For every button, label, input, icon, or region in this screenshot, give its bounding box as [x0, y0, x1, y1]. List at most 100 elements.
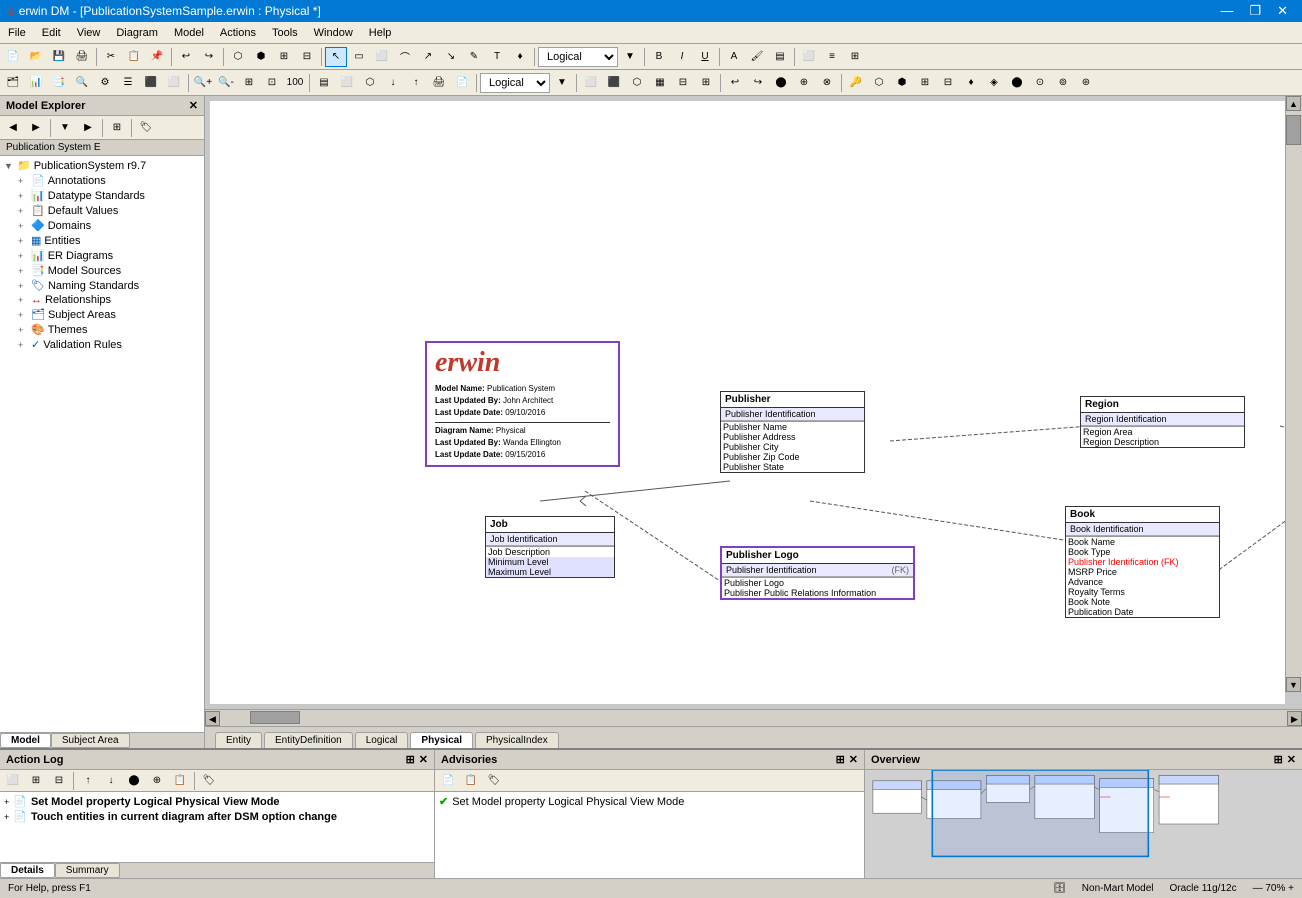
font-btn1[interactable]: B: [648, 47, 670, 67]
menu-actions[interactable]: Actions: [212, 25, 264, 41]
tree-validation-rules[interactable]: + ✓ Validation Rules: [16, 337, 202, 352]
al-btn1[interactable]: ⬜: [2, 771, 24, 791]
tab-physical-index[interactable]: PhysicalIndex: [475, 732, 559, 748]
tab-logical[interactable]: Logical: [355, 732, 409, 748]
al-btn2[interactable]: ⊞: [25, 771, 47, 791]
job-entity[interactable]: Job Job Identification Job Description M…: [485, 516, 615, 578]
zoom-100-btn[interactable]: 100: [284, 73, 306, 93]
scroll-left-btn[interactable]: ◀: [205, 711, 220, 726]
page-btn1[interactable]: ▤: [313, 73, 335, 93]
color-btn1[interactable]: A: [723, 47, 745, 67]
tb2-extra13[interactable]: ⬡: [868, 73, 890, 93]
toolbar-btn1[interactable]: ⬡: [227, 47, 249, 67]
menu-window[interactable]: Window: [306, 25, 361, 41]
zoom-out-btn[interactable]: 🔍-: [215, 73, 237, 93]
align-btn2[interactable]: ≡: [821, 47, 843, 67]
toolbar-btn4[interactable]: ⊟: [296, 47, 318, 67]
al-btn6[interactable]: ⬤: [123, 771, 145, 791]
tree-relationships[interactable]: + ↔ Relationships: [16, 293, 202, 307]
page-btn2[interactable]: ⬜: [336, 73, 358, 93]
tb2-extra15[interactable]: ⊞: [914, 73, 936, 93]
al-btn5[interactable]: ↓: [100, 771, 122, 791]
tree-model-sources[interactable]: + 📑 Model Sources: [16, 263, 202, 278]
draw-btn4[interactable]: ↗: [417, 47, 439, 67]
publisher-logo-entity[interactable]: Publisher Logo Publisher Identification …: [720, 546, 915, 600]
tb2-btn5[interactable]: ⚙: [94, 73, 116, 93]
print-btn[interactable]: 🖨: [71, 47, 93, 67]
tree-root[interactable]: ▼ 📁 PublicationSystem r9.7: [2, 158, 202, 173]
model-tab[interactable]: Model: [0, 733, 51, 748]
tb2-extra10[interactable]: ⊕: [793, 73, 815, 93]
tb2-extra20[interactable]: ⊙: [1029, 73, 1051, 93]
close-btn[interactable]: ✕: [1271, 3, 1294, 19]
summary-tab[interactable]: Summary: [55, 863, 120, 878]
menu-tools[interactable]: Tools: [264, 25, 306, 41]
tb2-extra4[interactable]: ▦: [649, 73, 671, 93]
explorer-close-btn[interactable]: ✕: [189, 99, 198, 112]
exp-forward-btn[interactable]: ▶: [25, 118, 47, 138]
zoom-fit-btn[interactable]: ⊞: [238, 73, 260, 93]
region-entity[interactable]: Region Region Identification Region Area…: [1080, 396, 1245, 448]
adv-btn3[interactable]: 🏷: [483, 771, 505, 791]
al-btn7[interactable]: ⊕: [146, 771, 168, 791]
title-bar-controls[interactable]: — ❐ ✕: [1214, 3, 1294, 19]
exp-filter-btn[interactable]: 🏷: [135, 118, 157, 138]
draw-btn2[interactable]: ⬜: [371, 47, 393, 67]
tb2-extra11[interactable]: ⊗: [816, 73, 838, 93]
tb2-btn2[interactable]: 📊: [25, 73, 47, 93]
tree-subject-areas[interactable]: + 🗂 Subject Areas: [16, 307, 202, 322]
toolbar-btn3[interactable]: ⊞: [273, 47, 295, 67]
details-tab[interactable]: Details: [0, 863, 55, 878]
tree-annotations[interactable]: + 📄 Annotations: [16, 173, 202, 188]
tb2-btn7[interactable]: ⬛: [140, 73, 162, 93]
scroll-up-btn[interactable]: ▲: [1286, 96, 1301, 111]
overview-content[interactable]: [865, 770, 1302, 878]
tb2-btn6[interactable]: ☰: [117, 73, 139, 93]
action-log-float-btn[interactable]: ⊞: [406, 753, 415, 766]
draw-btn7[interactable]: T: [486, 47, 508, 67]
menu-diagram[interactable]: Diagram: [108, 25, 166, 41]
tb2-extra18[interactable]: ◈: [983, 73, 1005, 93]
draw-btn5[interactable]: ↘: [440, 47, 462, 67]
menu-help[interactable]: Help: [361, 25, 400, 41]
minimize-btn[interactable]: —: [1214, 3, 1239, 19]
open-btn[interactable]: 📂: [25, 47, 47, 67]
tb2-extra17[interactable]: ♦: [960, 73, 982, 93]
tab-entity-def[interactable]: EntityDefinition: [264, 732, 353, 748]
align-btn3[interactable]: ⊞: [844, 47, 866, 67]
pointer-btn[interactable]: ↖: [325, 47, 347, 67]
canvas-scrollbar-v[interactable]: ▲ ▼: [1285, 96, 1302, 692]
tb2-extra6[interactable]: ⊞: [695, 73, 717, 93]
tb2-btn8[interactable]: ⬜: [163, 73, 185, 93]
page-btn6[interactable]: 🖨: [428, 73, 450, 93]
tree-er-diagrams[interactable]: + 📊 ER Diagrams: [16, 248, 202, 263]
tb2-extra2[interactable]: ⬛: [603, 73, 625, 93]
toolbar-btn2[interactable]: ⬢: [250, 47, 272, 67]
al-btn8[interactable]: 📋: [169, 771, 191, 791]
tb2-extra8[interactable]: ↪: [747, 73, 769, 93]
page-btn3[interactable]: ⬡: [359, 73, 381, 93]
tree-datatype-standards[interactable]: + 📊 Datatype Standards: [16, 188, 202, 203]
color-btn2[interactable]: 🖌: [746, 47, 768, 67]
tb2-extra12[interactable]: 🔑: [845, 73, 867, 93]
tb2-extra7[interactable]: ↩: [724, 73, 746, 93]
tb2-extra22[interactable]: ⊛: [1075, 73, 1097, 93]
al-btn3[interactable]: ⊟: [48, 771, 70, 791]
tree-entities[interactable]: + ▦ Entities: [16, 233, 202, 248]
action-log-close-btn[interactable]: ✕: [419, 753, 428, 766]
exp-grid-btn[interactable]: ⊞: [106, 118, 128, 138]
align-btn1[interactable]: ⬜: [798, 47, 820, 67]
tb2-btn1[interactable]: 🗂: [2, 73, 24, 93]
exp-back-btn[interactable]: ◀: [2, 118, 24, 138]
adv-btn2[interactable]: 📋: [460, 771, 482, 791]
menu-file[interactable]: File: [0, 25, 34, 41]
font-btn3[interactable]: U: [694, 47, 716, 67]
publisher-entity[interactable]: Publisher Publisher Identification Publi…: [720, 391, 865, 473]
menu-edit[interactable]: Edit: [34, 25, 69, 41]
color-btn3[interactable]: ▤: [769, 47, 791, 67]
scroll-thumb-h[interactable]: [250, 711, 300, 724]
tb2-extra3[interactable]: ⬡: [626, 73, 648, 93]
page-btn7[interactable]: 📄: [451, 73, 473, 93]
overview-close-btn[interactable]: ✕: [1287, 753, 1296, 766]
menu-model[interactable]: Model: [166, 25, 212, 41]
